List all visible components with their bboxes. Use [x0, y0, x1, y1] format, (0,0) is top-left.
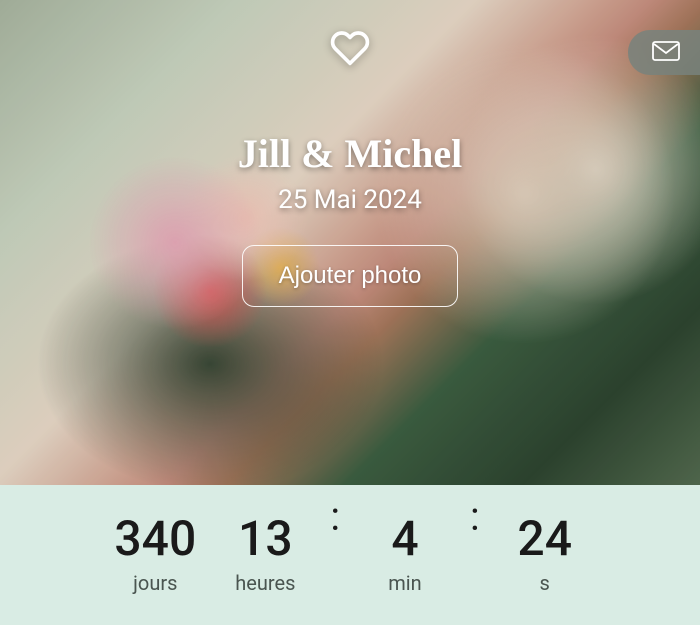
countdown-seconds: 24 s	[500, 515, 590, 595]
couple-names: Jill & Michel	[0, 130, 700, 177]
hero-content: Jill & Michel 25 Mai 2024 Ajouter photo	[0, 130, 700, 307]
countdown-days-label: jours	[133, 571, 177, 595]
countdown-days-value: 340	[114, 515, 196, 563]
countdown-hours-value: 13	[238, 515, 293, 563]
add-photo-button[interactable]: Ajouter photo	[242, 245, 459, 307]
countdown-timer: 340 jours 13 heures : 4 min : 24 s	[0, 485, 700, 625]
countdown-minutes-label: min	[388, 571, 421, 595]
wedding-date: 25 Mai 2024	[0, 185, 700, 215]
countdown-hours: 13 heures	[220, 515, 310, 595]
envelope-icon	[652, 41, 680, 64]
countdown-minutes: 4 min	[360, 515, 450, 595]
countdown-seconds-label: s	[540, 571, 550, 595]
countdown-separator: :	[330, 493, 340, 540]
countdown-seconds-value: 24	[517, 515, 572, 563]
countdown-minutes-value: 4	[391, 515, 418, 563]
hero-banner: Jill & Michel 25 Mai 2024 Ajouter photo	[0, 0, 700, 485]
countdown-days: 340 jours	[110, 515, 200, 595]
countdown-separator: :	[470, 493, 480, 540]
heart-logo-icon	[330, 28, 370, 72]
countdown-hours-label: heures	[235, 571, 295, 595]
messages-button[interactable]	[628, 30, 700, 75]
